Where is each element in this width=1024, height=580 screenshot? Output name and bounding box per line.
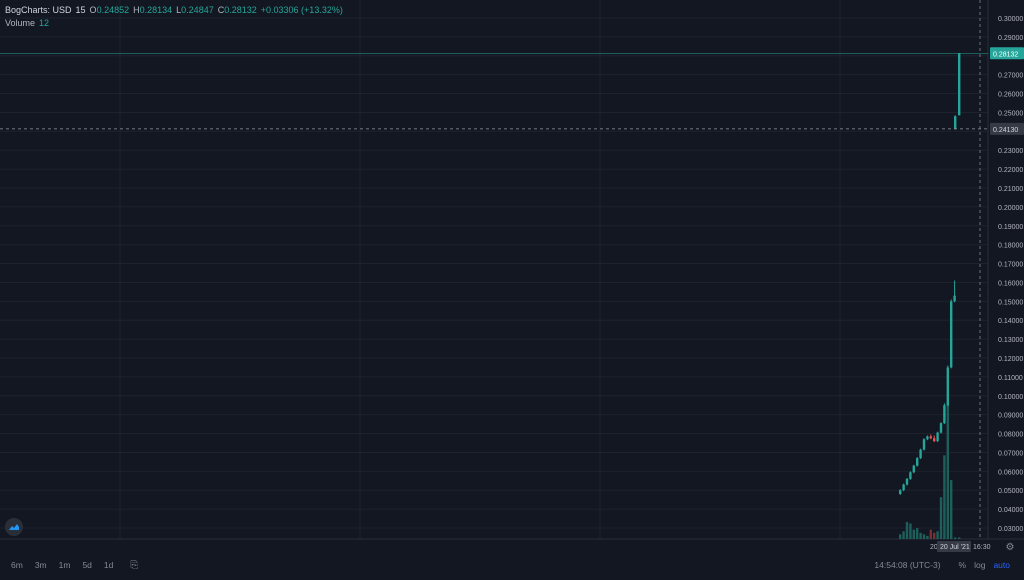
volume-value: 12 <box>39 18 50 28</box>
date-range-icon[interactable]: ⎘ <box>130 560 138 571</box>
high-value: 0.28134 <box>139 5 173 15</box>
price-tick-label: 0.23000 <box>998 148 1023 155</box>
volume-bar <box>943 455 946 539</box>
price-tick-label: 0.29000 <box>998 35 1023 42</box>
price-tick-label: 0.10000 <box>998 394 1023 401</box>
range-1m-button[interactable]: 1m <box>56 560 74 570</box>
volume-bar <box>899 534 902 539</box>
volume-bar <box>954 537 957 539</box>
volume-bar <box>933 532 936 539</box>
open-value: 0.24852 <box>96 5 130 15</box>
open-label: O <box>89 5 97 15</box>
candle-body[interactable] <box>958 53 961 116</box>
volume-bar <box>946 401 949 539</box>
candle-body[interactable] <box>950 301 953 368</box>
candle-body[interactable] <box>905 478 909 485</box>
price-tick-label: 0.21000 <box>998 186 1023 193</box>
candle-body[interactable] <box>916 458 919 466</box>
candle-body[interactable] <box>936 432 939 442</box>
auto-scale-toggle[interactable]: auto <box>989 560 1014 570</box>
price-tick-label: 0.15000 <box>998 299 1023 306</box>
price-tick-label: 0.26000 <box>998 92 1023 99</box>
price-tick-label: 0.25000 <box>998 110 1023 117</box>
candle-body[interactable] <box>946 367 949 406</box>
log-scale-toggle[interactable]: log <box>970 560 989 570</box>
volume-bar <box>922 534 926 539</box>
candle-body[interactable] <box>926 436 929 440</box>
last-price-label: 0.28132 <box>993 51 1018 58</box>
volume-bar <box>919 532 922 539</box>
logo-glyph-icon <box>9 524 19 530</box>
chart-legend: BogCharts: USD 15 O0.24852 H0.28134 L0.2… <box>5 4 343 30</box>
percent-scale-toggle[interactable]: % <box>955 560 971 570</box>
price-tick-label: 0.16000 <box>998 280 1023 287</box>
candle-body[interactable] <box>912 465 915 473</box>
price-tick-label: 0.05000 <box>998 488 1023 495</box>
price-tick-label: 0.17000 <box>998 262 1023 269</box>
settings-gear-icon[interactable]: ⚙ <box>1004 541 1016 553</box>
candle-body[interactable] <box>953 295 956 302</box>
bogcharts-logo-icon[interactable] <box>5 518 23 536</box>
price-tick-label: 0.30000 <box>998 16 1023 23</box>
volume-label[interactable]: Volume <box>5 17 35 30</box>
candle-body[interactable] <box>933 438 936 442</box>
price-tick-label: 0.03000 <box>998 526 1023 533</box>
volume-bar <box>909 523 912 539</box>
volume-bar <box>902 531 905 539</box>
price-tick-label: 0.04000 <box>998 507 1023 514</box>
volume-bar <box>926 535 929 539</box>
range-1d-button[interactable]: 1d <box>101 560 116 570</box>
range-5d-button[interactable]: 5d <box>79 560 94 570</box>
volume-bar <box>916 528 919 539</box>
bottom-right-tools: 14:54:08 (UTC-3) % log auto <box>874 555 1014 575</box>
volume-bar <box>958 537 961 539</box>
change-value: +0.03306 (+13.32%) <box>260 5 343 15</box>
candle-body[interactable] <box>943 405 946 424</box>
time-tick-label: 16:30 <box>973 544 991 551</box>
bottom-toolbar: 6m 3m 1m 5d 1d ⎘ 14:54:08 (UTC-3) % log … <box>0 555 1024 575</box>
candle-body[interactable] <box>922 439 926 450</box>
price-tick-label: 0.07000 <box>998 450 1023 457</box>
chart-area[interactable]: 0.300000.290000.280000.270000.260000.250… <box>0 0 1024 575</box>
price-tick-label: 0.20000 <box>998 205 1023 212</box>
price-tick-label: 0.22000 <box>998 167 1023 174</box>
price-tick-label: 0.12000 <box>998 356 1023 363</box>
crosshair-price-label: 0.24130 <box>993 127 1018 134</box>
volume-bar <box>929 529 932 539</box>
candle-body[interactable] <box>954 116 957 129</box>
time-tick-label: 20 <box>930 544 938 551</box>
range-6m-button[interactable]: 6m <box>8 560 26 570</box>
price-tick-label: 0.14000 <box>998 318 1023 325</box>
volume-bar <box>939 497 943 539</box>
price-tick-label: 0.27000 <box>998 73 1023 80</box>
candle-body[interactable] <box>909 472 912 479</box>
candle-body[interactable] <box>919 449 922 459</box>
close-value: 0.28132 <box>224 5 257 15</box>
ohlc-row: BogCharts: USD 15 O0.24852 H0.28134 L0.2… <box>5 4 343 17</box>
candle-body[interactable] <box>899 490 902 494</box>
candle-body[interactable] <box>939 423 943 433</box>
symbol-name[interactable]: BogCharts: USD <box>5 4 72 17</box>
price-tick-label: 0.19000 <box>998 224 1023 231</box>
interval: 15 <box>75 5 86 15</box>
candle-body[interactable] <box>902 484 905 491</box>
candle-body[interactable] <box>929 436 932 439</box>
low-value: 0.24847 <box>181 5 214 15</box>
volume-bar <box>912 529 915 539</box>
price-tick-label: 0.11000 <box>998 375 1023 382</box>
volume-row: Volume 12 <box>5 17 343 30</box>
chart-canvas[interactable]: 0.300000.290000.280000.270000.260000.250… <box>0 0 1024 575</box>
clock-timezone[interactable]: 14:54:08 (UTC-3) <box>874 560 940 570</box>
price-tick-label: 0.09000 <box>998 413 1023 420</box>
range-3m-button[interactable]: 3m <box>32 560 50 570</box>
volume-bar <box>950 480 953 539</box>
price-tick-label: 0.06000 <box>998 469 1023 476</box>
time-date-label: 20 Jul '21 <box>940 544 970 551</box>
price-tick-label: 0.08000 <box>998 432 1023 439</box>
chart-background <box>0 0 1024 575</box>
price-tick-label: 0.18000 <box>998 243 1023 250</box>
volume-bar <box>905 521 909 539</box>
price-tick-label: 0.13000 <box>998 337 1023 344</box>
volume-bar <box>936 531 939 539</box>
